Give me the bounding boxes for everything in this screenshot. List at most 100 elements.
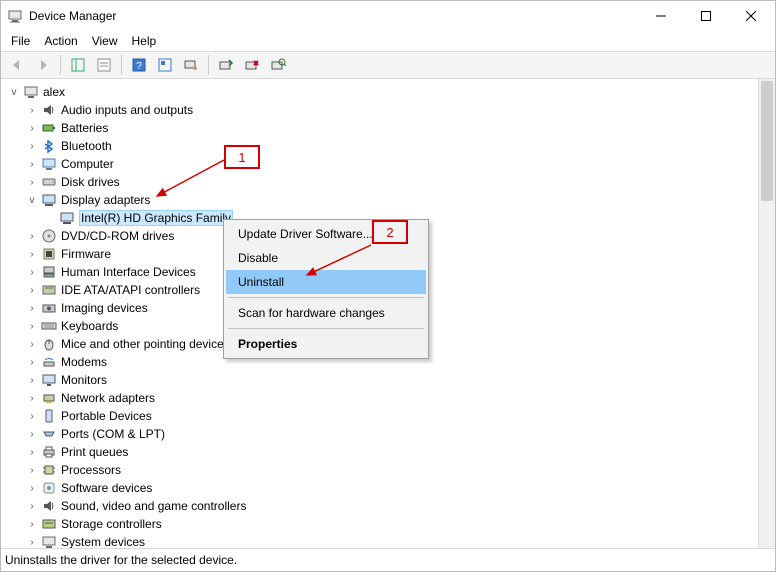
chevron-right-icon[interactable]: › <box>25 481 39 495</box>
software-device-icon <box>41 480 57 496</box>
tree-item-software-devices[interactable]: ›Software devices <box>25 479 758 497</box>
tree-item-bluetooth[interactable]: ›Bluetooth <box>25 137 758 155</box>
tree-item-ports[interactable]: ›Ports (COM & LPT) <box>25 425 758 443</box>
keyboard-icon <box>41 318 57 334</box>
mouse-icon <box>41 336 57 352</box>
separator <box>208 55 209 75</box>
bluetooth-icon <box>41 138 57 154</box>
tree-item-batteries[interactable]: ›Batteries <box>25 119 758 137</box>
chevron-right-icon[interactable]: › <box>25 391 39 405</box>
chevron-right-icon[interactable]: › <box>25 409 39 423</box>
tree-item-network[interactable]: ›Network adapters <box>25 389 758 407</box>
titlebar: Device Manager <box>1 1 775 31</box>
menu-view[interactable]: View <box>86 32 124 50</box>
chevron-right-icon[interactable]: › <box>25 355 39 369</box>
tree-item-print-queues[interactable]: ›Print queues <box>25 443 758 461</box>
separator <box>228 297 424 298</box>
tree-item-processors[interactable]: ›Processors <box>25 461 758 479</box>
chevron-right-icon[interactable]: › <box>25 175 39 189</box>
chevron-right-icon[interactable]: › <box>25 139 39 153</box>
device-manager-icon <box>7 8 23 24</box>
selected-device-label: Intel(R) HD Graphics Family <box>79 210 233 226</box>
chevron-right-icon[interactable]: › <box>25 535 39 548</box>
tree-root[interactable]: v alex <box>7 83 758 101</box>
chevron-right-icon[interactable]: › <box>25 301 39 315</box>
chevron-right-icon[interactable]: › <box>25 463 39 477</box>
menubar: File Action View Help <box>1 31 775 51</box>
tree-item-system-devices[interactable]: ›System devices <box>25 533 758 548</box>
arrow-1 <box>151 156 229 204</box>
chevron-right-icon[interactable]: › <box>25 517 39 531</box>
svg-text:?: ? <box>136 61 142 72</box>
statusbar: Uninstalls the driver for the selected d… <box>1 548 775 571</box>
disk-icon <box>41 174 57 190</box>
printer-icon <box>41 444 57 460</box>
window-title: Device Manager <box>29 9 638 23</box>
monitor-icon <box>41 372 57 388</box>
chevron-right-icon[interactable]: › <box>25 373 39 387</box>
tree-item-portable[interactable]: ›Portable Devices <box>25 407 758 425</box>
action-center-button[interactable] <box>153 53 177 77</box>
forward-button[interactable] <box>31 53 55 77</box>
network-icon <box>41 390 57 406</box>
computer-icon <box>41 156 57 172</box>
ctx-scan-hardware[interactable]: Scan for hardware changes <box>226 301 426 325</box>
chevron-right-icon[interactable]: › <box>25 427 39 441</box>
menu-help[interactable]: Help <box>126 32 163 50</box>
arrow-2 <box>301 241 376 281</box>
modem-icon <box>41 354 57 370</box>
chevron-right-icon[interactable]: › <box>25 247 39 261</box>
menu-file[interactable]: File <box>5 32 36 50</box>
tree-item-display-adapters[interactable]: vDisplay adapters <box>25 191 758 209</box>
chevron-right-icon[interactable]: › <box>25 283 39 297</box>
display-adapter-icon <box>41 192 57 208</box>
firmware-icon <box>41 246 57 262</box>
toolbar: ? <box>1 51 775 79</box>
update-driver-button[interactable] <box>214 53 238 77</box>
uninstall-button[interactable] <box>240 53 264 77</box>
maximize-button[interactable] <box>683 2 728 31</box>
tree-item-audio[interactable]: ›Audio inputs and outputs <box>25 101 758 119</box>
show-devices-button[interactable] <box>179 53 203 77</box>
computer-root-icon <box>23 84 39 100</box>
chevron-right-icon[interactable]: › <box>25 499 39 513</box>
menu-action[interactable]: Action <box>38 32 83 50</box>
chevron-down-icon[interactable]: v <box>25 193 39 207</box>
ctx-properties[interactable]: Properties <box>226 332 426 356</box>
chevron-down-icon[interactable]: v <box>7 85 21 99</box>
tree-item-disk-drives[interactable]: ›Disk drives <box>25 173 758 191</box>
chevron-right-icon[interactable]: › <box>25 103 39 117</box>
hid-icon <box>41 264 57 280</box>
storage-controller-icon <box>41 516 57 532</box>
scrollbar-thumb[interactable] <box>761 81 773 201</box>
vertical-scrollbar[interactable] <box>758 79 775 548</box>
chevron-right-icon[interactable]: › <box>25 337 39 351</box>
tree-item-computer[interactable]: ›Computer <box>25 155 758 173</box>
chevron-right-icon[interactable]: › <box>25 319 39 333</box>
help-button[interactable]: ? <box>127 53 151 77</box>
chevron-right-icon[interactable]: › <box>25 121 39 135</box>
separator <box>121 55 122 75</box>
chevron-right-icon[interactable]: › <box>25 157 39 171</box>
audio-icon <box>41 102 57 118</box>
processor-icon <box>41 462 57 478</box>
separator <box>228 328 424 329</box>
properties-button[interactable] <box>92 53 116 77</box>
scan-hardware-button[interactable] <box>266 53 290 77</box>
chevron-right-icon[interactable]: › <box>25 229 39 243</box>
close-button[interactable] <box>728 2 773 31</box>
chevron-right-icon[interactable]: › <box>25 445 39 459</box>
tree-item-sound[interactable]: ›Sound, video and game controllers <box>25 497 758 515</box>
show-hide-console-tree-button[interactable] <box>66 53 90 77</box>
back-button[interactable] <box>5 53 29 77</box>
battery-icon <box>41 120 57 136</box>
tree-root-label: alex <box>43 85 65 99</box>
system-device-icon <box>41 534 57 548</box>
chevron-right-icon[interactable]: › <box>25 265 39 279</box>
tree-item-monitors[interactable]: ›Monitors <box>25 371 758 389</box>
portable-device-icon <box>41 408 57 424</box>
tree-item-storage-controllers[interactable]: ›Storage controllers <box>25 515 758 533</box>
minimize-button[interactable] <box>638 2 683 31</box>
status-text: Uninstalls the driver for the selected d… <box>5 553 237 567</box>
display-adapter-icon <box>59 210 75 226</box>
